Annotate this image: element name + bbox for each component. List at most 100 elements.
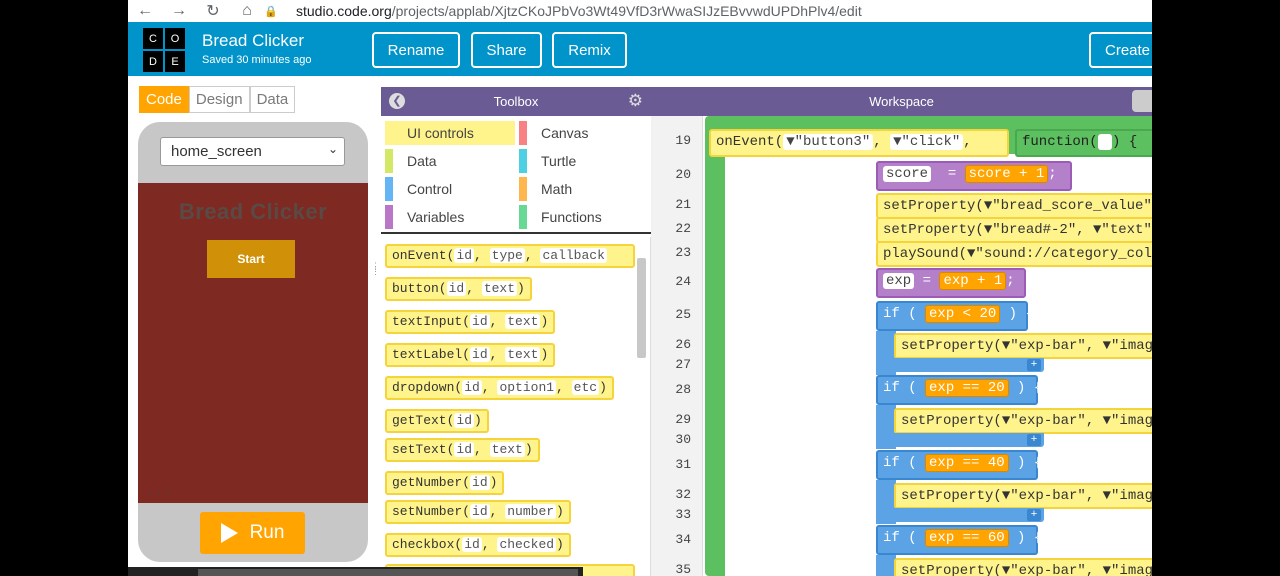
workspace-editor[interactable]: 19 20 21 22 23 24 25 26 27 28 29 30 31 3… xyxy=(651,116,1152,576)
block-gettext[interactable]: getText(id) xyxy=(385,409,489,433)
block-arg: id xyxy=(462,380,482,395)
block-setproperty-exp-4[interactable]: setProperty(▼"exp-bar", ▼"image", ▼"Impo xyxy=(894,558,1152,576)
block-setproperty-exp-1[interactable]: setProperty(▼"exp-bar", ▼"image", ▼"Impo xyxy=(894,333,1152,359)
category-control[interactable]: Control xyxy=(385,177,452,201)
workspace-header: Workspace xyxy=(651,87,1152,116)
block-setnumber[interactable]: setNumber(id, number) xyxy=(385,500,571,524)
screen-select[interactable]: home_screen ⌄ xyxy=(160,137,345,166)
create-button[interactable]: Create xyxy=(1089,32,1152,68)
category-canvas[interactable]: Canvas xyxy=(519,121,588,145)
category-variables[interactable]: Variables xyxy=(385,205,464,229)
bottom-scrollbar-thumb[interactable] xyxy=(198,569,578,576)
category-functions[interactable]: Functions xyxy=(519,205,602,229)
variable-chip[interactable]: exp xyxy=(883,273,915,289)
play-icon xyxy=(220,523,238,543)
dropdown-chip[interactable]: ▼"button3" xyxy=(783,134,874,150)
expression-chip[interactable]: score + 1 xyxy=(964,165,1049,183)
add-else-icon[interactable]: + xyxy=(1027,509,1041,521)
if-2-footer xyxy=(876,433,1044,447)
share-button[interactable]: Share xyxy=(471,32,542,68)
block-dropdown[interactable]: dropdown(id, option1, etc) xyxy=(385,376,614,400)
line-number: 26 xyxy=(675,337,691,352)
category-color xyxy=(519,149,527,173)
tab-data[interactable]: Data xyxy=(249,86,296,113)
add-else-icon[interactable]: + xyxy=(1027,359,1041,371)
code-text: if xyxy=(883,380,900,396)
line-number: 19 xyxy=(675,133,691,148)
condition-chip[interactable]: exp < 20 xyxy=(925,305,1001,323)
category-color xyxy=(385,205,393,229)
category-data[interactable]: Data xyxy=(385,149,437,173)
block-textlabel[interactable]: textLabel(id, text) xyxy=(385,343,556,367)
code-org-logo[interactable]: C O D E xyxy=(143,28,187,72)
bottom-scrollbar[interactable] xyxy=(128,567,583,576)
line-number: 21 xyxy=(675,197,691,212)
block-if-3[interactable]: if ( exp == 40 ) { xyxy=(876,450,1042,480)
block-if-1[interactable]: if ( exp < 20 ) { xyxy=(876,301,1034,331)
block-if-4[interactable]: if ( exp == 60 ) { xyxy=(876,525,1042,555)
gear-icon[interactable]: ⚙ xyxy=(628,91,643,111)
category-math[interactable]: Math xyxy=(519,177,572,201)
app-start-button[interactable]: Start xyxy=(207,240,295,278)
home-icon[interactable]: ⌂ xyxy=(230,2,264,20)
reload-icon[interactable]: ↻ xyxy=(196,1,230,21)
dropdown-chip[interactable]: ▼"click" xyxy=(890,134,964,150)
condition-chip[interactable]: exp == 20 xyxy=(925,379,1009,397)
block-setproperty-exp-2[interactable]: setProperty(▼"exp-bar", ▼"image", ▼"Impo xyxy=(894,408,1152,434)
logo-letter: E xyxy=(165,51,185,72)
block-setproperty-exp-3[interactable]: setProperty(▼"exp-bar", ▼"image", ▼"Impo xyxy=(894,483,1152,509)
line-number: 35 xyxy=(675,562,691,576)
variable-chip[interactable]: score xyxy=(883,166,932,182)
block-button[interactable]: button(id, text) xyxy=(385,277,532,301)
block-score-assign[interactable]: score = score + 1; xyxy=(876,161,1072,191)
category-color xyxy=(385,177,393,201)
line-number: 30 xyxy=(675,432,691,447)
condition-chip[interactable]: exp == 60 xyxy=(925,529,1009,547)
remix-button[interactable]: Remix xyxy=(552,32,627,68)
toolbox-scrollbar[interactable] xyxy=(637,258,646,358)
phone-frame: home_screen ⌄ Bread Clicker Start • • • … xyxy=(138,122,368,562)
workspace-title: Workspace xyxy=(869,94,934,109)
panel-resize-grip[interactable]: ⋮ ⋮ xyxy=(371,262,380,276)
category-ui-controls[interactable]: UI controls xyxy=(385,121,515,145)
block-onevent-header[interactable]: onEvent(▼"button3", ▼"click", xyxy=(709,129,1009,157)
block-function[interactable]: function( ) { xyxy=(1015,129,1152,157)
tab-code[interactable]: Code xyxy=(139,86,189,113)
rename-button[interactable]: Rename xyxy=(372,32,460,68)
block-exp-assign[interactable]: exp = exp + 1; xyxy=(876,268,1026,298)
code-text: function xyxy=(1022,134,1090,150)
forward-arrow-icon[interactable]: → xyxy=(162,2,196,20)
browser-url-bar: ← → ↻ ⌂ 🔒 studio.code.org/projects/appla… xyxy=(128,0,1152,22)
condition-chip[interactable]: exp == 40 xyxy=(925,454,1009,472)
tab-design[interactable]: Design xyxy=(188,86,250,113)
url-text[interactable]: studio.code.org/projects/applab/XjtzCKoJ… xyxy=(296,3,862,19)
block-onevent[interactable]: onEvent(id, type, callback xyxy=(385,244,635,268)
block-arg: type xyxy=(489,248,525,263)
workspace-toggle-icon[interactable] xyxy=(1132,90,1152,112)
block-settext[interactable]: setText(id, text) xyxy=(385,438,540,462)
code-text: if xyxy=(883,455,900,471)
toolbox-title: Toolbox xyxy=(493,94,539,109)
block-textinput[interactable]: textInput(id, text) xyxy=(385,310,556,334)
expression-chip[interactable]: exp + 1 xyxy=(939,272,1007,290)
run-button[interactable]: Run xyxy=(200,512,305,554)
line-gutter: 19 20 21 22 23 24 25 26 27 28 29 30 31 3… xyxy=(651,116,703,576)
block-setproperty-bread[interactable]: setProperty(▼"bread#-2", ▼"text", ▼score… xyxy=(876,217,1152,243)
block-setproperty-score[interactable]: setProperty(▼"bread_score_value", ▼"text… xyxy=(876,193,1152,219)
category-turtle[interactable]: Turtle xyxy=(519,149,576,173)
line-number: 33 xyxy=(675,507,691,522)
block-checkbox[interactable]: checkbox(id, checked) xyxy=(385,533,571,557)
code-text: if xyxy=(883,306,900,322)
back-arrow-icon[interactable]: ← xyxy=(128,2,162,20)
block-arg: id xyxy=(470,314,490,329)
block-playsound[interactable]: playSound(▼"sound://category_collect/ene… xyxy=(876,241,1152,267)
block-getnumber[interactable]: getNumber(id) xyxy=(385,471,505,495)
collapse-toolbox-icon[interactable]: ❮ xyxy=(389,93,405,109)
category-color xyxy=(385,121,393,145)
add-else-icon[interactable]: + xyxy=(1027,434,1041,446)
category-label: Variables xyxy=(407,209,465,225)
category-label: Control xyxy=(407,181,453,197)
project-title: Bread Clicker xyxy=(202,31,305,50)
block-if-2[interactable]: if ( exp == 20 ) { xyxy=(876,375,1042,405)
block-arg: id xyxy=(446,281,467,296)
